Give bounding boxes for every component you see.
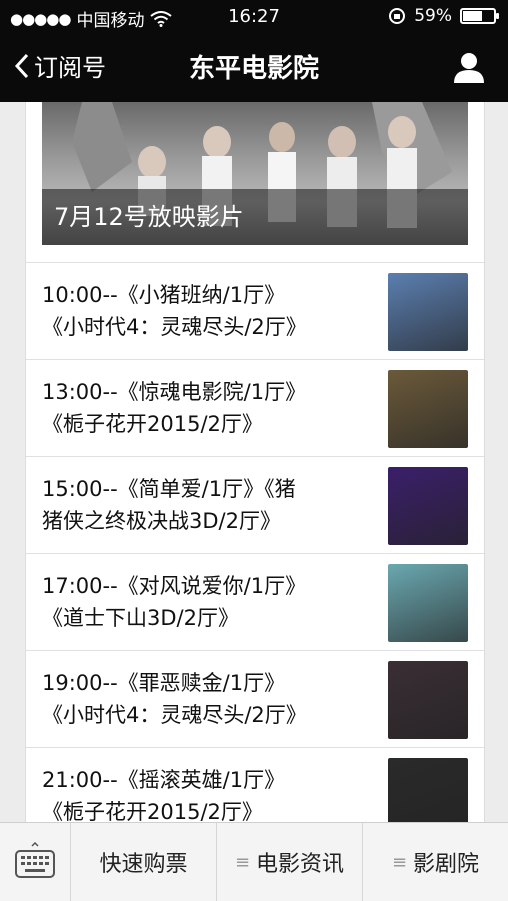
schedule-row[interactable]: 19:00--《罪恶赎金/1厅》 《小时代4：灵魂尽头/2厅》 — [26, 650, 484, 748]
submenu-icon: ≡ — [234, 851, 251, 873]
banner-caption: 7月12号放映影片 — [42, 189, 468, 245]
movie-poster — [388, 758, 468, 822]
schedule-line: 21:00--《摇滚英雄/1厅》 — [42, 768, 286, 792]
schedule-line: 13:00--《惊魂电影院/1厅》 — [42, 380, 307, 404]
status-bar: ●●●●● 中国移动 16:27 59% — [0, 0, 508, 34]
schedule-row[interactable]: 13:00--《惊魂电影院/1厅》 《栀子花开2015/2厅》 — [26, 359, 484, 457]
battery-fill — [463, 11, 482, 21]
schedule-line: 猪侠之终极决战3D/2厅》 — [42, 509, 281, 533]
schedule-line: 15:00--《简单爱/1厅》《猪 — [42, 477, 296, 501]
schedule-line: 19:00--《罪恶赎金/1厅》 — [42, 671, 286, 695]
schedule-row[interactable]: 10:00--《小猪班纳/1厅》 《小时代4：灵魂尽头/2厅》 — [26, 262, 484, 360]
banner-image[interactable]: 7月12号放映影片 — [42, 102, 468, 245]
menu-theater[interactable]: ≡ 影剧院 — [363, 823, 508, 901]
bottom-menu: 快速购票 ≡ 电影资讯 ≡ 影剧院 — [0, 822, 508, 901]
keyboard-toggle-button[interactable] — [0, 823, 71, 901]
keyboard-icon — [15, 842, 55, 878]
submenu-icon: ≡ — [391, 851, 408, 873]
menu-movie-news[interactable]: ≡ 电影资讯 — [217, 823, 363, 901]
schedule-text: 17:00--《对风说爱你/1厅》 《道士下山3D/2厅》 — [42, 570, 372, 634]
schedule-row[interactable]: 15:00--《简单爱/1厅》《猪 猪侠之终极决战3D/2厅》 — [26, 456, 484, 554]
schedule-line: 10:00--《小猪班纳/1厅》 — [42, 283, 286, 307]
user-icon[interactable] — [452, 50, 486, 84]
schedule-line: 《栀子花开2015/2厅》 — [42, 800, 263, 822]
movie-poster — [388, 564, 468, 642]
rotation-lock-icon — [389, 8, 406, 24]
schedule-line: 17:00--《对风说爱你/1厅》 — [42, 574, 307, 598]
page-title: 东平电影院 — [188, 54, 319, 84]
movie-poster — [388, 467, 468, 545]
menu-quick-ticket[interactable]: 快速购票 — [71, 823, 217, 901]
schedule-line: 《栀子花开2015/2厅》 — [42, 412, 263, 436]
menu-label: 电影资讯 — [256, 852, 345, 877]
schedule-row[interactable]: 21:00--《摇滚英雄/1厅》 《栀子花开2015/2厅》 — [26, 747, 484, 822]
schedule-line: 《小时代4：灵魂尽头/2厅》 — [42, 315, 307, 339]
schedule-text: 13:00--《惊魂电影院/1厅》 《栀子花开2015/2厅》 — [42, 376, 372, 440]
schedule-text: 21:00--《摇滚英雄/1厅》 《栀子花开2015/2厅》 — [42, 764, 372, 822]
nav-bar: 订阅号 东平电影院 — [0, 34, 508, 102]
movie-poster — [388, 370, 468, 448]
movie-poster — [388, 273, 468, 351]
menu-label: 快速购票 — [99, 852, 188, 877]
top-bar: ●●●●● 中国移动 16:27 59% 订阅号 东平电影院 — [0, 0, 508, 102]
schedule-text: 10:00--《小猪班纳/1厅》 《小时代4：灵魂尽头/2厅》 — [42, 279, 372, 343]
menu-label: 影剧院 — [413, 852, 480, 877]
movie-poster — [388, 661, 468, 739]
schedule-line: 《小时代4：灵魂尽头/2厅》 — [42, 703, 307, 727]
schedule-line: 《道士下山3D/2厅》 — [42, 606, 239, 630]
schedule-text: 19:00--《罪恶赎金/1厅》 《小时代4：灵魂尽头/2厅》 — [42, 667, 372, 731]
schedule-text: 15:00--《简单爱/1厅》《猪 猪侠之终极决战3D/2厅》 — [42, 473, 372, 537]
content-card: 7月12号放映影片 10:00--《小猪班纳/1厅》 《小时代4：灵魂尽头/2厅… — [25, 102, 485, 822]
battery-percent: 59% — [414, 6, 452, 26]
battery-icon — [460, 8, 499, 24]
schedule-row[interactable]: 17:00--《对风说爱你/1厅》 《道士下山3D/2厅》 — [26, 553, 484, 651]
